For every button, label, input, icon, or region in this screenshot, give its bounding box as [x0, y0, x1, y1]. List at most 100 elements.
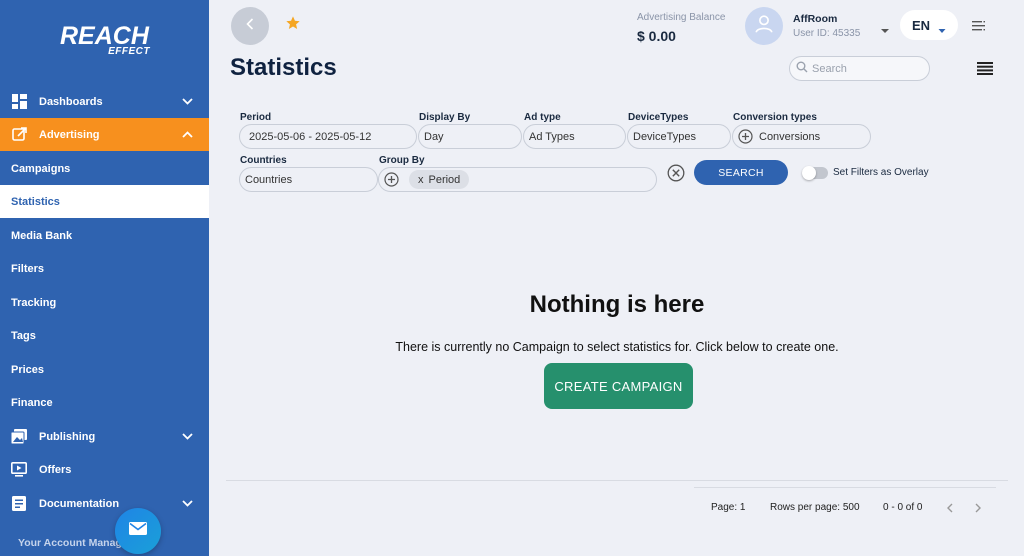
user-name: AffRoom — [793, 13, 838, 25]
empty-state-title: Nothing is here — [529, 291, 705, 318]
sidebar: REACH EFFECT Dashboards Advertising Camp… — [0, 0, 209, 556]
sidebar-item-documentation[interactable]: Documentation — [0, 487, 209, 520]
page-selector[interactable]: Page: 1 — [711, 502, 745, 513]
chevron-left-icon — [246, 17, 254, 35]
toggle-knob — [802, 166, 816, 180]
plus-circle-icon[interactable] — [384, 172, 399, 187]
overlay-toggle[interactable] — [802, 166, 828, 180]
chevron-down-icon — [179, 500, 195, 507]
period-select[interactable]: 2025-05-06 - 2025-05-12 — [239, 124, 417, 149]
user-id: User ID: 45335 — [793, 28, 861, 39]
rows-per-page-label: Rows per page: 500 — [770, 502, 860, 513]
language-selector[interactable]: EN — [900, 10, 958, 40]
pagination-range: 0 - 0 of 0 — [883, 502, 923, 513]
sidebar-item-statistics[interactable]: Statistics — [0, 185, 209, 218]
chevron-up-icon — [179, 131, 195, 138]
sidebar-item-tags[interactable]: Tags — [0, 319, 209, 352]
plus-circle-icon[interactable] — [738, 129, 753, 144]
image-gallery-icon — [11, 429, 27, 445]
display-by-label: Display By — [419, 112, 471, 123]
next-page-icon[interactable] — [974, 501, 984, 513]
caret-down-icon — [938, 22, 946, 33]
ad-type-select[interactable]: Ad Types — [523, 124, 626, 149]
conversion-types-value: Conversions — [759, 130, 821, 143]
document-list-icon — [11, 496, 27, 512]
hamburger-menu-icon[interactable] — [977, 62, 993, 75]
favorite-star-icon[interactable] — [285, 15, 301, 31]
page-title: Statistics — [230, 54, 337, 81]
sidebar-item-filters[interactable]: Filters — [0, 252, 209, 285]
ad-type-value: Ad Types — [529, 130, 575, 143]
rows-per-page-selector[interactable]: Rows per page: 500 — [770, 502, 860, 513]
advertising-balance-value: $ 0.00 — [637, 28, 676, 44]
chip-remove-x[interactable]: x — [418, 174, 424, 186]
device-types-select[interactable]: DeviceTypes — [627, 124, 731, 149]
sidebar-item-label: Offers — [39, 463, 72, 476]
sidebar-item-label: Documentation — [39, 497, 120, 510]
overlay-toggle-label: Set Filters as Overlay — [833, 167, 929, 178]
page-label: Page: 1 — [711, 502, 746, 513]
sidebar-item-media-bank[interactable]: Media Bank — [0, 219, 209, 252]
dashboard-icon — [11, 94, 27, 110]
device-types-value: DeviceTypes — [633, 130, 696, 143]
account-manager-label: Your Account Manag — [18, 537, 122, 549]
countries-select[interactable]: Countries — [239, 167, 378, 192]
user-menu-caret-icon[interactable] — [880, 22, 890, 33]
sidebar-item-prices[interactable]: Prices — [0, 353, 209, 386]
sidebar-item-label: Filters — [11, 262, 45, 275]
sidebar-item-label: Media Bank — [11, 229, 73, 242]
period-value: 2025-05-06 - 2025-05-12 — [249, 130, 372, 143]
ad-type-label: Ad type — [524, 112, 561, 123]
search-input[interactable] — [812, 62, 922, 75]
pagination-divider — [694, 487, 996, 488]
menu-lines-icon[interactable] — [972, 19, 986, 31]
advertising-balance-label: Advertising Balance — [637, 12, 726, 23]
sidebar-item-tracking[interactable]: Tracking — [0, 286, 209, 319]
chevron-down-icon — [179, 98, 195, 105]
countries-label: Countries — [240, 155, 287, 166]
clear-filters-icon[interactable] — [667, 164, 685, 182]
prev-page-icon[interactable] — [946, 501, 956, 513]
sidebar-item-publishing[interactable]: Publishing — [0, 420, 209, 453]
sidebar-item-advertising[interactable]: Advertising — [0, 118, 209, 151]
sidebar-item-label: Dashboards — [39, 95, 103, 108]
contact-mail-button[interactable] — [115, 508, 161, 554]
display-by-select[interactable]: Day — [418, 124, 522, 149]
sidebar-item-label: Prices — [11, 363, 45, 376]
content-divider — [226, 480, 1008, 481]
sidebar-item-campaigns[interactable]: Campaigns — [0, 152, 209, 185]
sidebar-item-dashboards[interactable]: Dashboards — [0, 85, 209, 118]
sidebar-item-label: Finance — [11, 396, 53, 409]
device-types-label: DeviceTypes — [628, 112, 689, 123]
period-label: Period — [240, 112, 272, 123]
search-icon — [796, 60, 808, 78]
language-code: EN — [911, 17, 931, 33]
sidebar-item-label: Publishing — [39, 430, 96, 443]
avatar[interactable] — [745, 7, 783, 45]
group-by-chip[interactable]: x Period — [409, 170, 470, 189]
group-by-chip-label: Period — [428, 173, 461, 186]
sidebar-item-label: Tags — [11, 329, 36, 342]
empty-state-text: There is currently no Campaign to select… — [395, 340, 839, 354]
sidebar-item-label: Advertising — [39, 128, 100, 141]
search-button[interactable]: SEARCH — [694, 160, 788, 185]
countries-value: Countries — [245, 173, 293, 186]
mail-icon — [129, 522, 147, 540]
back-button[interactable] — [231, 7, 269, 45]
create-campaign-button[interactable]: CREATE CAMPAIGN — [544, 363, 693, 409]
logo-sub-text: EFFECT — [108, 46, 150, 57]
external-link-icon — [11, 127, 27, 143]
sidebar-item-offers[interactable]: Offers — [0, 453, 209, 486]
group-by-select[interactable]: x Period — [378, 167, 657, 192]
conversion-types-select[interactable]: Conversions — [732, 124, 871, 149]
user-icon — [753, 13, 775, 40]
search-field[interactable] — [789, 56, 930, 81]
sidebar-item-label: Statistics — [11, 195, 60, 208]
display-by-value: Day — [424, 130, 444, 143]
chevron-down-icon — [179, 433, 195, 440]
sidebar-item-finance[interactable]: Finance — [0, 386, 209, 419]
brand-logo[interactable]: REACH EFFECT — [60, 20, 152, 60]
monitor-play-icon — [11, 462, 27, 478]
group-by-label: Group By — [379, 155, 425, 166]
conversion-types-label: Conversion types — [733, 112, 817, 123]
